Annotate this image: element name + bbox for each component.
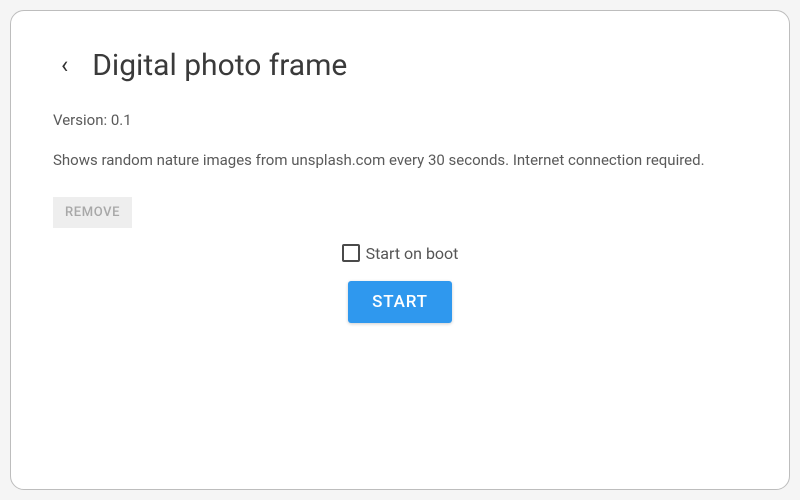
start-button[interactable]: START <box>348 281 452 323</box>
center-controls: Start on boot START <box>53 244 747 323</box>
settings-card: ‹ Digital photo frame Version: 0.1 Shows… <box>10 10 790 490</box>
description-text: Shows random nature images from unsplash… <box>53 147 747 175</box>
back-icon[interactable]: ‹ <box>59 47 78 83</box>
page-title: Digital photo frame <box>92 48 347 83</box>
start-on-boot-label: Start on boot <box>366 244 459 263</box>
version-label: Version: 0.1 <box>53 111 747 129</box>
remove-button[interactable]: REMOVE <box>53 197 132 228</box>
start-on-boot-checkbox[interactable]: Start on boot <box>342 244 459 263</box>
header: ‹ Digital photo frame <box>53 47 747 83</box>
checkbox-icon <box>342 244 360 262</box>
